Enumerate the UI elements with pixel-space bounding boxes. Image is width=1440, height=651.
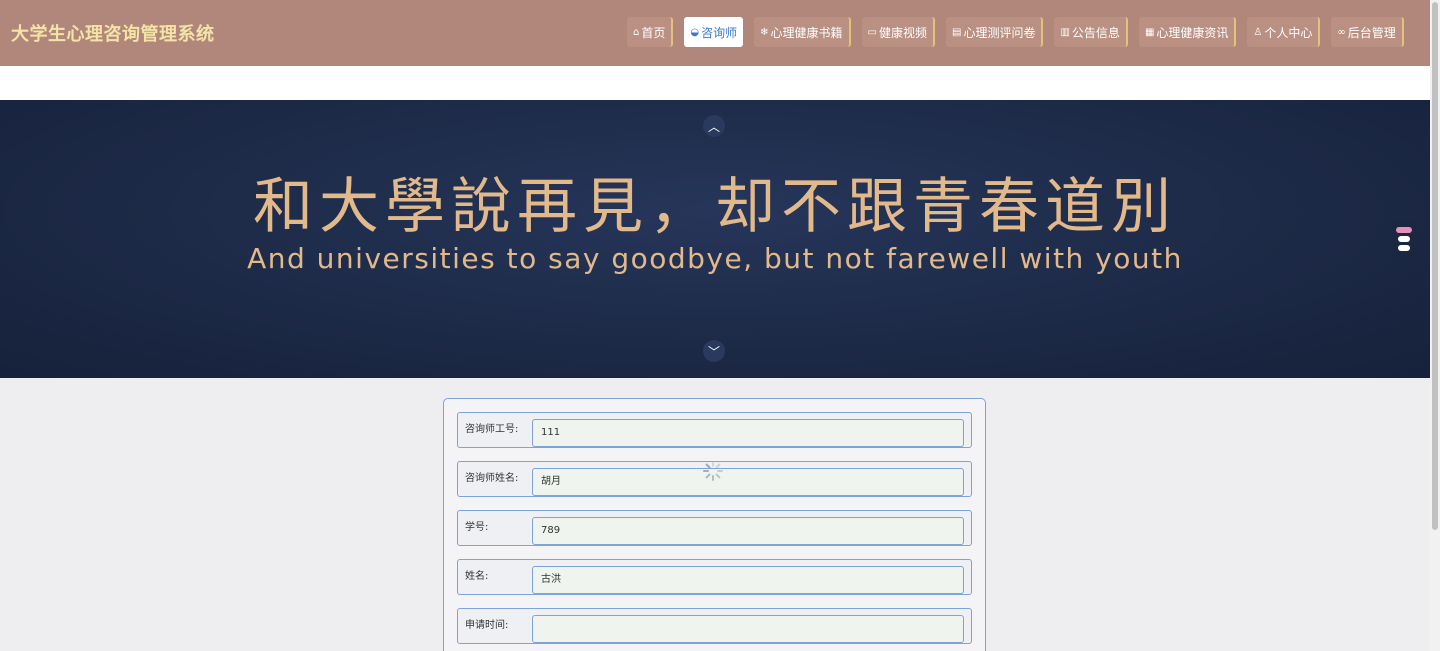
page-scrollbar[interactable] — [1430, 0, 1440, 651]
form-field-input[interactable] — [532, 615, 964, 643]
nav-item-label: 公告信息 — [1071, 25, 1120, 40]
nav-item-label: 心理测评问卷 — [963, 25, 1036, 40]
nav-item-8[interactable]: ♙ 个人中心 — [1247, 17, 1321, 47]
nav-item-1[interactable]: ⌂ 首页 — [627, 17, 674, 47]
chevron-up-icon: ︿ — [707, 119, 720, 134]
form-field-label: 咨询师工号: — [465, 424, 519, 435]
form-field-label: 咨询师姓名: — [465, 473, 519, 484]
form-field-label: 学号: — [465, 522, 489, 533]
carousel-indicators — [1392, 220, 1416, 258]
form-row: 学号: 789 — [457, 510, 972, 546]
nav-item-label: 后台管理 — [1347, 25, 1396, 40]
header-spacer — [0, 66, 1430, 100]
document-icon: ▤ — [952, 26, 962, 38]
form-row: 姓名: 古洪 — [457, 559, 972, 595]
link-icon: ∞ — [1337, 26, 1346, 38]
form-row: 申请时间: — [457, 608, 972, 644]
carousel-dot-1[interactable] — [1396, 227, 1412, 233]
book-icon: ▭ — [867, 26, 877, 38]
user-icon: ♙ — [1253, 26, 1263, 38]
news-icon: ▦ — [1144, 26, 1155, 38]
consult-form: 咨询师工号: 111 咨询师姓名: 胡月学号: 789 姓名: 古洪申请时间: — [443, 398, 986, 651]
nav-item-label: 健康视频 — [878, 25, 927, 40]
scrollbar-thumb[interactable] — [1432, 2, 1438, 530]
notice-icon: ▥ — [1060, 26, 1070, 38]
form-field-label: 申请时间: — [465, 620, 509, 631]
nav-item-7[interactable]: ▦ 心理健康资讯 — [1138, 17, 1237, 47]
hero-banner: ︿ 和大學說再見，却不跟青春道別 And universities to say… — [0, 100, 1430, 378]
site-title: 大学生心理咨询管理系统 — [11, 24, 215, 45]
banner-next-button[interactable]: ﹀ — [703, 340, 725, 362]
nav-item-5[interactable]: ▤ 心理测评问卷 — [946, 17, 1044, 47]
banner-prev-button[interactable]: ︿ — [703, 115, 725, 137]
carousel-dot-3[interactable] — [1398, 245, 1410, 251]
form-field-input[interactable]: 古洪 — [532, 566, 964, 594]
top-navbar: 大学生心理咨询管理系统 ⌂ 首页 ◒ 咨询师 ❄ 心理健康书籍 ▭ 健康视频 ▤ 心理测评问卷 ▥ 公… — [0, 0, 1430, 66]
nav-item-label: 咨询师 — [701, 25, 738, 40]
banner-subtitle: And universities to say goodbye, but not… — [247, 242, 1183, 275]
form-field-input[interactable]: 789 — [532, 517, 964, 545]
nav-item-9[interactable]: ∞ 后台管理 — [1331, 17, 1404, 47]
chevron-down-icon: ﹀ — [707, 344, 720, 359]
nav-item-6[interactable]: ▥ 公告信息 — [1054, 17, 1128, 47]
home-icon: ⌂ — [633, 26, 640, 38]
nav-item-3[interactable]: ❄ 心理健康书籍 — [754, 17, 851, 47]
nav-item-label: 个人中心 — [1264, 25, 1313, 40]
loading-spinner-icon — [703, 461, 723, 481]
nav-item-2[interactable]: ◒ 咨询师 — [684, 17, 744, 47]
graduation-cap-icon: ◒ — [690, 26, 700, 38]
carousel-dot-2[interactable] — [1398, 236, 1410, 242]
form-row: 咨询师工号: 111 — [457, 412, 972, 448]
nav-item-label: 首页 — [641, 25, 666, 40]
nav-item-label: 心理健康书籍 — [770, 25, 843, 40]
main-nav: ⌂ 首页 ◒ 咨询师 ❄ 心理健康书籍 ▭ 健康视频 ▤ 心理测评问卷 ▥ 公告信息 ▦ 心理健康资讯 ♙ 个… — [627, 17, 1415, 47]
form-field-label: 姓名: — [465, 571, 489, 582]
nav-item-label: 心理健康资讯 — [1156, 25, 1229, 40]
snowflake-icon: ❄ — [760, 26, 769, 38]
banner-title: 和大學說再見，却不跟青春道別 — [253, 172, 1177, 242]
form-field-input[interactable]: 胡月 — [532, 468, 964, 496]
nav-item-4[interactable]: ▭ 健康视频 — [861, 17, 935, 47]
form-field-input[interactable]: 111 — [532, 419, 964, 447]
